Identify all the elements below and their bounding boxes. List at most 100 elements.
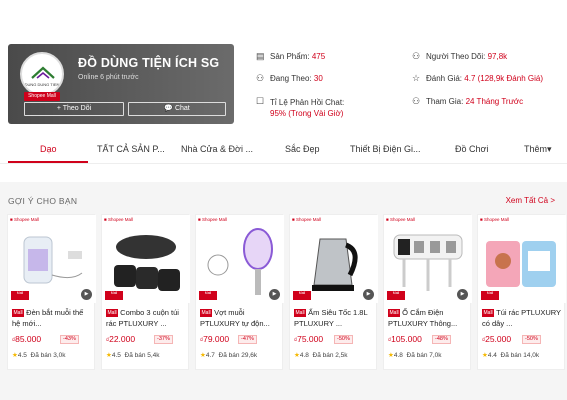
product-price: ₫79.000 xyxy=(200,334,229,344)
product-image: ■ Shopee Mall Mall ▶ xyxy=(290,215,378,303)
tab-home-life[interactable]: Nhà Cửa & Đời ... xyxy=(181,134,253,164)
product-meta: ★4.5 Đã bán 3,0k xyxy=(12,351,66,359)
category-tabs: Dạo TẤT CẢ SẢN P... Nhà Cửa & Đời ... Sắ… xyxy=(0,134,567,164)
product-price: ₫105.000 xyxy=(388,334,422,344)
mall-mini-badge: Mall xyxy=(106,309,119,317)
discount-badge: -43% xyxy=(60,335,79,344)
stat-value: 30 xyxy=(313,74,323,83)
play-video-icon[interactable]: ▶ xyxy=(457,289,468,300)
mall-tag: ■ Shopee Mall xyxy=(292,217,321,222)
price-value: 25.000 xyxy=(485,334,512,344)
play-video-icon[interactable]: ▶ xyxy=(269,289,280,300)
price-value: 22.000 xyxy=(109,334,136,344)
product-name: Mall Combo 3 cuộn túi rác PTLUXURY ... xyxy=(106,307,186,329)
product-card[interactable]: ■ Shopee Mall Mall ▶ Mall Vợt muỗi PTLUXU… xyxy=(195,214,284,370)
stat-rating: ☆ Đánh Giá: 4.7 (128,9k Đánh Giá) xyxy=(412,74,543,84)
product-meta: ★4.8 Đã bán 2,5k xyxy=(294,351,348,359)
chat-button[interactable]: 💬 Chat xyxy=(128,102,226,116)
product-meta: ★4.5 Đã bán 5,4k xyxy=(106,351,160,359)
rating: 4.8 xyxy=(393,352,403,359)
stat-followers: ⚇ Người Theo Dõi: 97,8k xyxy=(412,52,508,62)
play-video-icon[interactable]: ▶ xyxy=(81,289,92,300)
shop-header: DUNG DUNG TIEN Shopee Mall ĐỒ DÙNG TIỆN … xyxy=(0,0,567,182)
user-plus-icon: ⚇ xyxy=(256,73,265,83)
discount-badge: -37% xyxy=(154,335,173,344)
mall-tag-text: Shopee Mall xyxy=(483,217,509,222)
follow-button[interactable]: + Theo Dõi xyxy=(24,102,124,116)
shop-name: ĐỒ DÙNG TIỆN ÍCH SG xyxy=(78,56,220,70)
stat-label: Tham Gia: xyxy=(426,97,464,106)
online-status: Online 6 phút trước xyxy=(78,74,139,81)
discount-badge: -48% xyxy=(432,335,451,344)
avatar-text: DUNG DUNG TIEN xyxy=(24,82,60,87)
mall-tag-text: Shopee Mall xyxy=(389,217,415,222)
sold-count: Đã bán 14,0k xyxy=(500,352,540,359)
product-price: ₫25.000 xyxy=(482,334,511,344)
shopee-mall-badge: Shopee Mall xyxy=(24,92,60,101)
sold-count: Đã bán 7,0k xyxy=(406,352,442,359)
product-name: Mall Đèn bắt muỗi thế hệ mới... xyxy=(12,307,92,329)
tab-more-label: Thêm xyxy=(524,144,548,154)
mall-tag-text: Shopee Mall xyxy=(13,217,39,222)
tab-more[interactable]: Thêm▾ xyxy=(524,134,552,164)
discount-badge: -47% xyxy=(238,335,257,344)
stat-label: Đang Theo: xyxy=(270,74,312,83)
rating: 4.5 xyxy=(17,352,27,359)
promo-tag: Mall xyxy=(481,291,499,300)
product-meta: ★4.8 Đã bán 7,0k xyxy=(388,351,442,359)
mall-mini-badge: Mall xyxy=(200,309,213,317)
tab-toys[interactable]: Đồ Chơi xyxy=(455,134,488,164)
mall-tag: ■ Shopee Mall xyxy=(104,217,133,222)
chat-icon: 💬 xyxy=(164,105,175,112)
product-card[interactable]: ■ Shopee Mall Mall Mall Combo 3 cuộn túi … xyxy=(101,214,190,370)
promo-tag: Mall xyxy=(11,291,29,300)
discount-badge: -50% xyxy=(334,335,353,344)
product-card[interactable]: ■ Shopee Mall Mall ▶ Mall Ấm Siêu Tốc 1.8… xyxy=(289,214,378,370)
mall-tag: ■ Shopee Mall xyxy=(198,217,227,222)
tab-beauty[interactable]: Sắc Đẹp xyxy=(285,134,320,164)
chat-bubble-icon: ☐ xyxy=(256,96,265,106)
stat-products: ▤ Sản Phẩm: 475 xyxy=(256,51,325,62)
discount-badge: -50% xyxy=(522,335,541,344)
rating: 4.7 xyxy=(205,352,215,359)
product-price: ₫85.000 xyxy=(12,334,41,344)
trash-bags-image xyxy=(114,235,180,291)
product-image: ■ Shopee Mall Mall ▶ xyxy=(8,215,96,303)
mall-tag: ■ Shopee Mall xyxy=(10,217,39,222)
product-meta: ★4.4 Đã bán 14,0k xyxy=(482,351,539,359)
shop-avatar[interactable]: DUNG DUNG TIEN xyxy=(20,52,64,96)
sold-count: Đã bán 29,6k xyxy=(218,352,258,359)
mall-mini-badge: Mall xyxy=(294,309,307,317)
rating: 4.8 xyxy=(299,352,309,359)
product-image: ■ Shopee Mall Mall ▶ xyxy=(196,215,284,303)
price-value: 75.000 xyxy=(297,334,324,344)
see-all-link[interactable]: Xem Tất Cả > xyxy=(506,196,555,205)
mall-tag: ■ Shopee Mall xyxy=(480,217,509,222)
mall-tag-text: Shopee Mall xyxy=(107,217,133,222)
tab-electronics[interactable]: Thiết Bị Điện Gi... xyxy=(350,134,421,164)
rating: 4.4 xyxy=(487,352,497,359)
product-image: ■ Shopee Mall Mall xyxy=(478,215,566,303)
price-value: 105.000 xyxy=(391,334,422,344)
product-card[interactable]: ■ Shopee Mall Mall Mall Túi rác PTLUXURY … xyxy=(477,214,566,370)
mall-mini-badge: Mall xyxy=(12,309,25,317)
user-check-icon: ⚇ xyxy=(412,96,421,106)
tab-all-products[interactable]: TẤT CẢ SẢN P... xyxy=(97,134,165,164)
product-card[interactable]: ■ Shopee Mall Mall ▶ Mall Đèn bắt muỗi th… xyxy=(7,214,96,370)
shop-card: DUNG DUNG TIEN Shopee Mall ĐỒ DÙNG TIỆN … xyxy=(8,44,234,124)
tab-dao[interactable]: Dạo xyxy=(40,134,57,164)
stat-label: Đánh Giá: xyxy=(426,74,463,83)
mall-tag-text: Shopee Mall xyxy=(201,217,227,222)
product-price: ₫75.000 xyxy=(294,334,323,344)
product-meta: ★4.7 Đã bán 29,6k xyxy=(200,351,257,359)
play-video-icon[interactable]: ▶ xyxy=(363,289,374,300)
mall-mini-badge: Mall xyxy=(482,309,495,317)
product-name: Mall Túi rác PTLUXURY có dây ... xyxy=(482,307,562,329)
price-value: 79.000 xyxy=(203,334,230,344)
stat-value: 97,8k xyxy=(487,52,508,61)
stat-value: 95% (Trong Vài Giờ) xyxy=(270,109,344,118)
chat-label: Chat xyxy=(174,105,190,112)
store-icon: ▤ xyxy=(256,51,265,61)
stat-following: ⚇ Đang Theo: 30 xyxy=(256,73,323,84)
product-card[interactable]: ■ Shopee Mall Mall ▶ Mall Ổ Cắm Điện PTLU… xyxy=(383,214,472,370)
